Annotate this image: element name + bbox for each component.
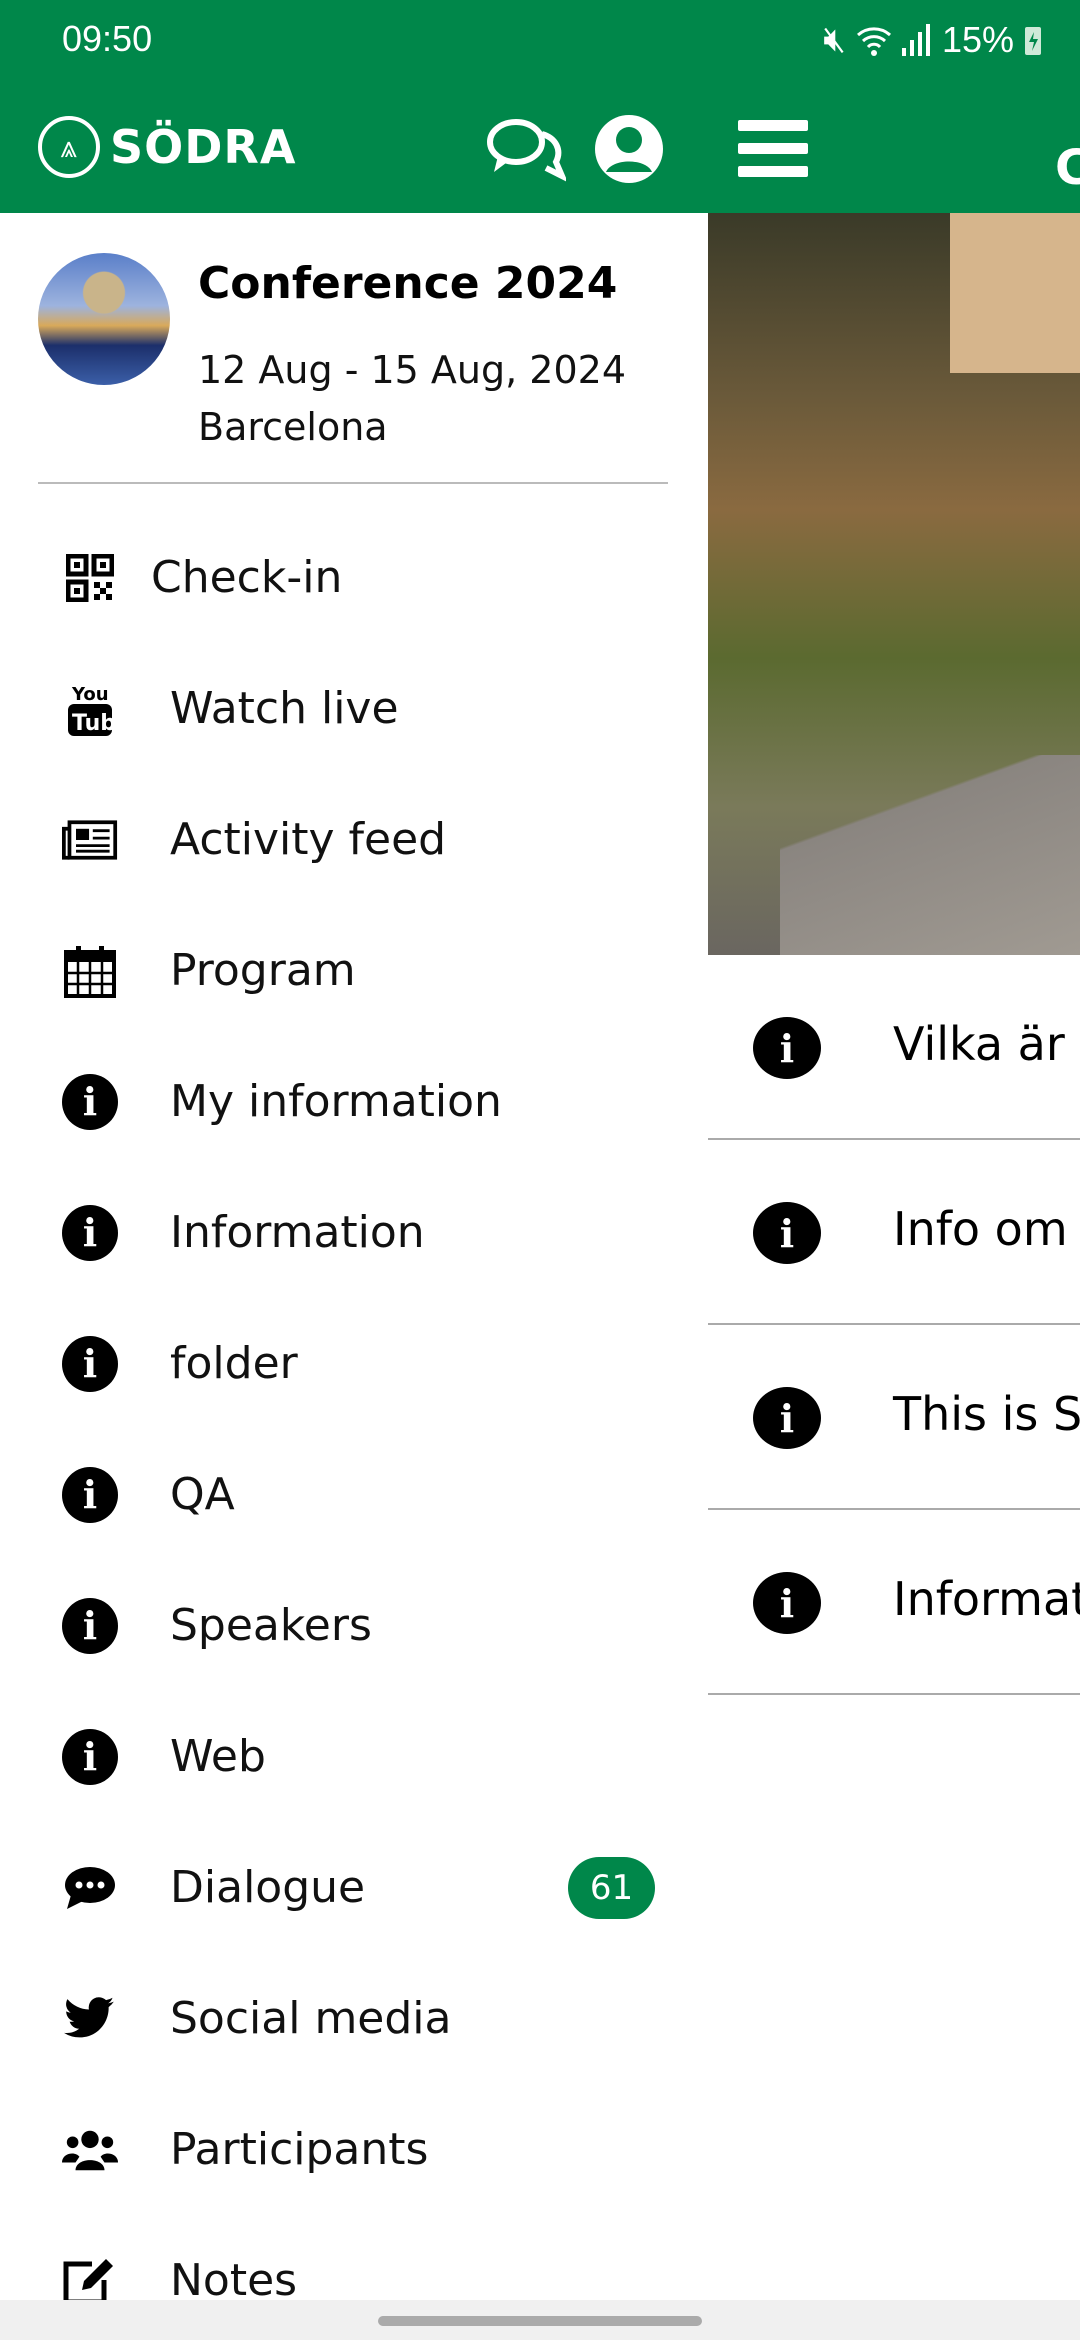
menu-item-dialogue[interactable]: Dialogue 61 [0,1822,708,1953]
menu-label: Participants [170,2124,429,2175]
info-icon: i [62,1073,118,1130]
info-icon: i [62,1204,118,1261]
youtube-icon: You Tube [62,681,118,737]
menu-item-my-information[interactable]: i My information [0,1036,708,1167]
menu-label: Web [170,1731,266,1782]
qr-code-icon [62,550,118,606]
list-item-label: Info om . [893,1202,1080,1256]
menu-label: folder [170,1338,298,1389]
menu-label: QA [170,1469,235,1520]
info-icon: i [753,1202,821,1264]
divider [38,482,668,484]
info-icon: i [753,1572,821,1634]
list-item-label: Vilka är S [893,1017,1080,1071]
event-avatar [38,253,170,385]
newspaper-icon [62,812,118,868]
info-icon: i [62,1335,118,1392]
info-icon: i [753,1387,821,1449]
menu-item-watch-live[interactable]: You Tube Watch live [0,643,708,774]
svg-text:You: You [71,684,109,705]
menu-item-social-media[interactable]: Social media [0,1953,708,2084]
menu-item-notes[interactable]: Notes [0,2215,708,2300]
menu-item-speakers[interactable]: i Speakers [0,1560,708,1691]
menu-label: Social media [170,1993,452,2044]
hero-image [708,213,1080,955]
list-item-label: This is Sö [893,1387,1080,1441]
sodra-logo[interactable]: ⩓ SÖDRA [38,116,296,178]
menu-label: My information [170,1076,502,1127]
info-icon: i [62,1728,118,1785]
battery-charging-icon [1025,26,1041,55]
home-gesture-handle[interactable] [378,2316,702,2326]
list-item[interactable]: i Info om . [708,1140,1080,1325]
event-title: Conference 2024 [198,258,618,309]
menu-item-qa[interactable]: i QA [0,1429,708,1560]
menu-item-folder[interactable]: i folder [0,1298,708,1429]
battery-percent: 15% [941,18,1014,60]
list-item[interactable]: i Vilka är S [708,955,1080,1140]
menu-label: Dialogue [170,1862,366,1913]
twitter-icon [62,1991,118,2047]
event-dates: 12 Aug - 15 Aug, 2024 [198,348,627,392]
info-icon: i [62,1466,118,1523]
list-item[interactable]: i Informat [708,1510,1080,1695]
logo-text: SÖDRA [110,120,297,174]
background-info-list: i Vilka är S i Info om . i This is Sö i Info… [708,955,1080,1695]
menu-label: Activity feed [170,814,447,865]
calendar-icon [62,943,118,999]
users-icon [62,2122,118,2178]
menu-item-program[interactable]: Program [0,905,708,1036]
menu-label: Check-in [151,552,343,603]
menu-label: Information [170,1207,425,1258]
edit-icon [62,2253,118,2300]
navigation-drawer: Conference 2024 12 Aug - 15 Aug, 2024 Ba… [0,213,708,2300]
list-item-label: Informat [893,1572,1080,1626]
menu-label: Program [170,945,356,996]
system-nav-bar [0,2300,1080,2340]
menu-label: Speakers [170,1600,372,1651]
tree-logo-icon: ⩓ [38,116,100,178]
menu-item-web[interactable]: i Web [0,1691,708,1822]
wifi-icon [856,26,891,56]
drawer-menu: Check-in You Tube Watch live Activity feed… [0,512,708,2300]
list-item[interactable]: i This is Sö [708,1325,1080,1510]
chat-icon[interactable] [484,112,566,184]
info-icon: i [753,1017,821,1079]
hamburger-menu-icon[interactable] [738,120,808,178]
status-icons: 🔇︎ 15% [823,18,1042,61]
event-header[interactable]: Conference 2024 12 Aug - 15 Aug, 2024 Ba… [0,213,708,484]
signal-icon [901,23,930,56]
status-time: 09:50 [62,18,153,59]
menu-item-check-in[interactable]: Check-in [0,512,708,643]
menu-item-activity-feed[interactable]: Activity feed [0,774,708,905]
menu-item-participants[interactable]: Participants [0,2084,708,2215]
user-icon[interactable] [592,112,666,186]
top-bar: 09:50 🔇︎ 15% ⩓ SÖDRA C [0,0,1080,213]
menu-item-information[interactable]: i Information [0,1167,708,1298]
unread-badge: 61 [568,1856,655,1919]
svg-text:Tube: Tube [72,711,114,736]
info-icon: i [62,1597,118,1654]
mute-icon: 🔇︎ [823,18,846,59]
comment-icon [62,1860,118,1916]
menu-label: Notes [170,2255,298,2300]
event-location: Barcelona [198,405,388,449]
menu-label: Watch live [170,683,399,734]
page-title-partial: C [1055,140,1080,196]
